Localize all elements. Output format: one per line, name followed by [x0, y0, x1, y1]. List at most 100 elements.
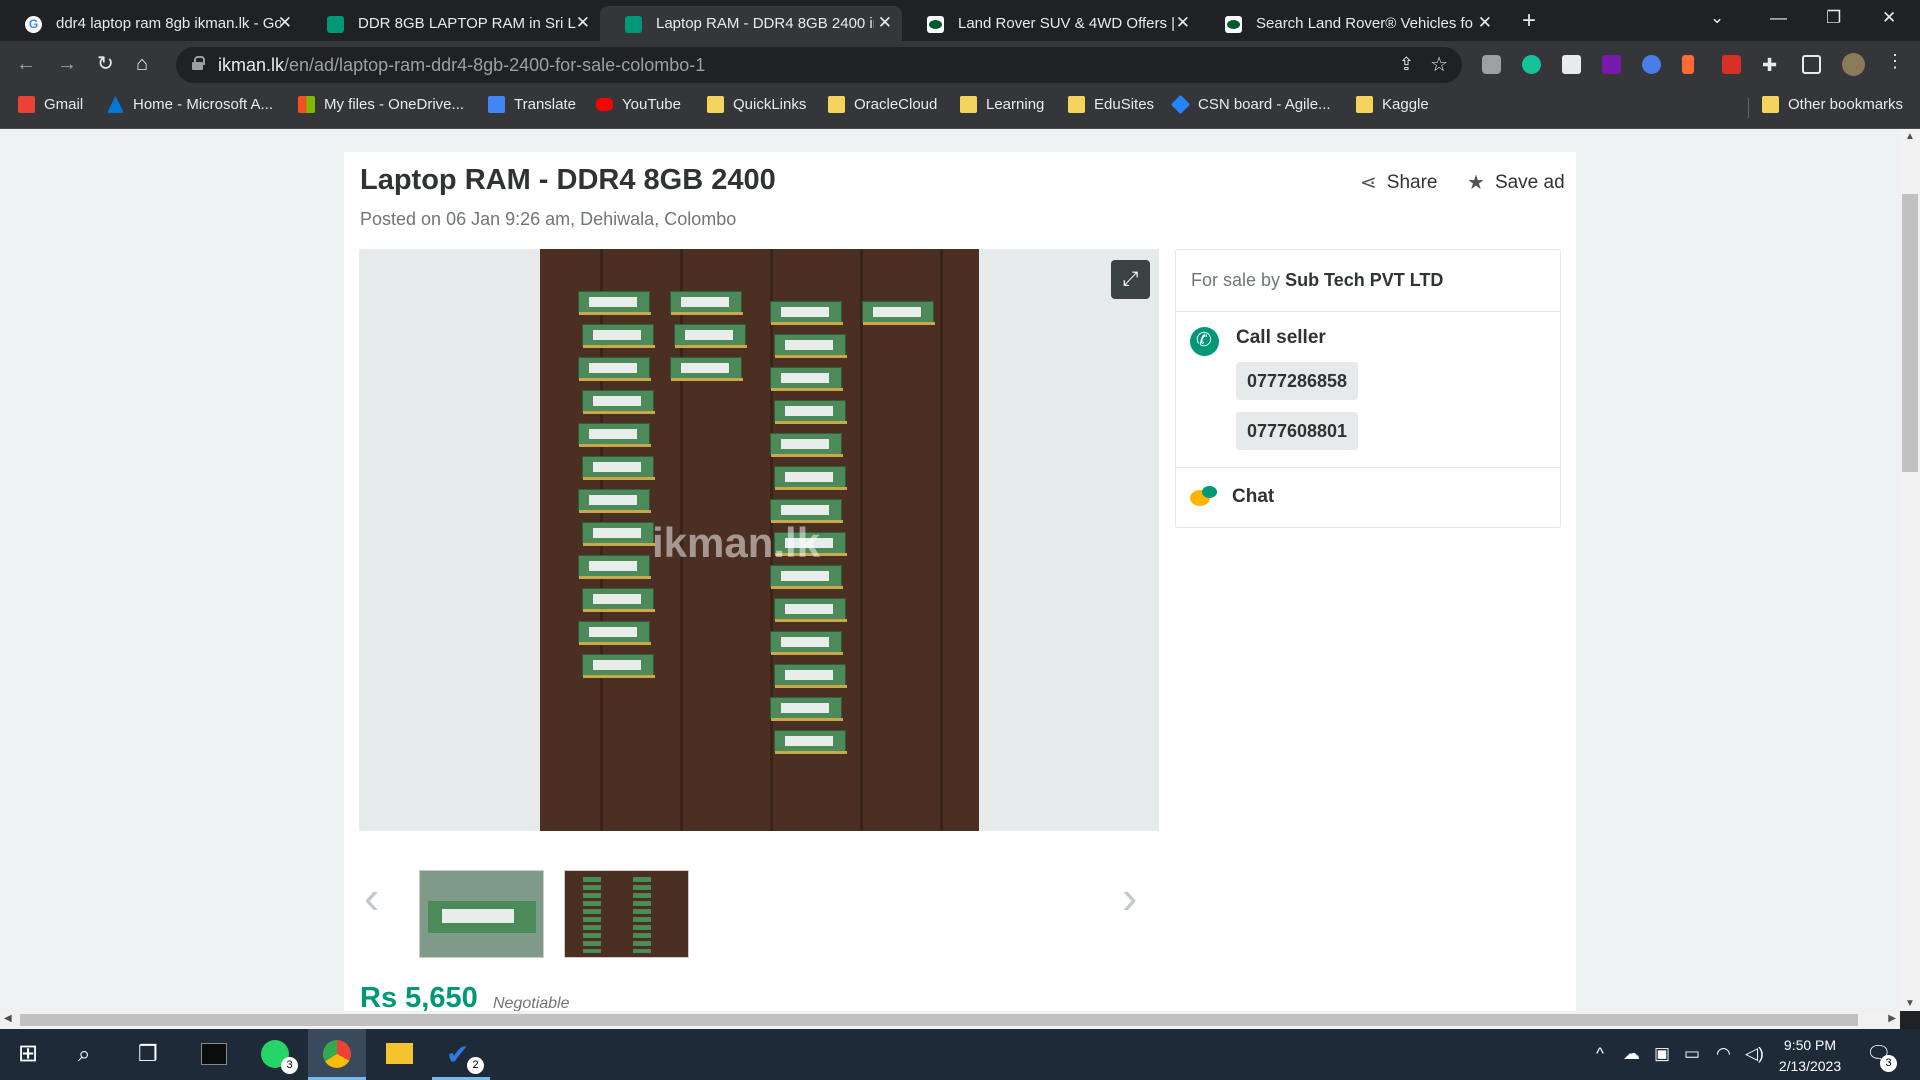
reload-icon[interactable]: ↻ — [97, 52, 114, 76]
system-clock[interactable]: 9:50 PM 2/13/2023 — [1765, 1035, 1855, 1077]
search-extension-icon[interactable] — [1562, 55, 1581, 74]
close-tab-icon[interactable]: ✕ — [1176, 13, 1190, 33]
search-icon[interactable]: ⌕ — [78, 1041, 90, 1067]
bookmark-folder-edusites[interactable]: EduSites — [1068, 96, 1154, 113]
chat-icon — [1190, 486, 1217, 508]
horizontal-scrollbar[interactable]: ◀ ▶ — [0, 1011, 1900, 1029]
volume-icon[interactable]: ◁) — [1745, 1044, 1764, 1064]
windows-start-icon[interactable]: ⊞ — [18, 1039, 38, 1068]
file-explorer-app[interactable] — [370, 1029, 428, 1080]
star-icon: ★ — [1467, 172, 1485, 194]
folder-icon — [1356, 96, 1373, 113]
puzzle-extensions-icon[interactable]: ✚ — [1762, 55, 1781, 75]
display-icon[interactable]: ▣ — [1654, 1044, 1670, 1064]
tab-search-icon[interactable]: ⌄ — [1710, 8, 1724, 28]
new-tab-icon[interactable]: + — [1522, 9, 1536, 33]
horizontal-scroll-thumb[interactable] — [20, 1014, 1858, 1026]
terminal-app[interactable] — [184, 1029, 242, 1080]
extension-icon[interactable] — [1642, 55, 1661, 74]
clock-time: 9:50 PM — [1783, 1037, 1837, 1053]
bookmark-folder-kaggle[interactable]: Kaggle — [1356, 96, 1429, 113]
back-icon[interactable]: ← — [16, 52, 36, 76]
save-ad-button[interactable]: ★ Save ad — [1467, 170, 1565, 195]
task-view-icon[interactable]: ❒ — [138, 1041, 158, 1067]
scroll-left-icon[interactable]: ◀ — [4, 1013, 12, 1024]
pdf-extension-icon[interactable] — [1722, 55, 1741, 74]
lock-icon[interactable] — [192, 56, 205, 70]
gallery-next-arrow[interactable]: › — [1122, 870, 1137, 924]
folder-icon — [1762, 96, 1779, 113]
profile-avatar[interactable] — [1842, 53, 1865, 76]
seller-name[interactable]: Sub Tech PVT LTD — [1285, 270, 1443, 290]
gallery-prev-arrow[interactable]: ‹ — [364, 870, 379, 924]
office-icon[interactable] — [1682, 55, 1694, 74]
show-hidden-icons-icon[interactable]: ^ — [1596, 1044, 1604, 1064]
browser-tab[interactable]: Land Rover SUV & 4WD Offers | Land Rover… — [902, 6, 1200, 41]
browser-tab[interactable]: G ddr4 laptop ram 8gb ikman.lk - Google … — [0, 6, 302, 41]
chrome-app[interactable] — [308, 1029, 366, 1080]
bookmark-other-bookmarks[interactable]: Other bookmarks — [1762, 96, 1903, 113]
notification-center[interactable]: 🗨 3 — [1866, 1041, 1897, 1072]
onedrive-icon[interactable]: ☁ — [1623, 1044, 1640, 1064]
todo-badge: 2 — [467, 1057, 484, 1074]
bookmark-youtube[interactable]: YouTube — [596, 96, 681, 113]
ram-stick-photo-detail — [770, 631, 843, 655]
bookmark-folder-quicklinks[interactable]: QuickLinks — [707, 96, 806, 113]
camera-extension-icon[interactable] — [1482, 55, 1501, 74]
restore-icon[interactable]: ❐ — [1826, 8, 1841, 28]
bookmark-microsoft-azure[interactable]: Home - Microsoft A... — [107, 96, 273, 113]
browser-tab[interactable]: DDR 8GB LAPTOP RAM in Sri Lanka ✕ — [302, 6, 600, 41]
windows-taskbar: ⊞ ⌕ ❒ 3 ✔ 2 ^ ☁ ▣ ▭ ◠ ◁) 9:50 PM 2/13/20… — [0, 1029, 1920, 1080]
folder-icon — [1068, 96, 1085, 113]
ad-main-photo[interactable]: ikman.lk — [540, 249, 979, 831]
battery-icon[interactable]: ▭ — [1684, 1044, 1700, 1064]
close-tab-icon[interactable]: ✕ — [1478, 13, 1492, 33]
azure-icon — [107, 96, 124, 113]
chat-button[interactable]: Chat — [1176, 468, 1560, 527]
share-button[interactable]: ⋖ Share — [1360, 170, 1437, 195]
todo-app[interactable]: ✔ 2 — [432, 1029, 490, 1080]
phone-number-2[interactable]: 0777608801 — [1236, 412, 1358, 450]
close-tab-icon[interactable]: ✕ — [278, 13, 292, 33]
seller-panel: For sale by Sub Tech PVT LTD Call seller… — [1175, 249, 1561, 528]
page-viewport: Laptop RAM - DDR4 8GB 2400 Posted on 06 … — [0, 129, 1900, 1011]
bookmark-gmail[interactable]: Gmail — [18, 96, 83, 113]
side-panel-icon[interactable] — [1802, 55, 1821, 74]
grammarly-icon[interactable] — [1522, 55, 1541, 74]
bookmark-star-icon[interactable]: ☆ — [1430, 52, 1448, 77]
bookmark-folder-oraclecloud[interactable]: OracleCloud — [828, 96, 937, 113]
scroll-down-icon[interactable]: ▼ — [1905, 998, 1915, 1009]
share-page-icon[interactable]: ⇪ — [1399, 54, 1414, 75]
forward-icon[interactable]: → — [57, 52, 77, 76]
minimize-icon[interactable]: — — [1770, 8, 1787, 28]
phone-icon — [1190, 327, 1219, 356]
phone-number-1[interactable]: 0777286858 — [1236, 362, 1358, 400]
bookmarks-bar: Gmail Home - Microsoft A... My files - O… — [0, 88, 1920, 129]
wifi-icon[interactable]: ◠ — [1716, 1044, 1731, 1064]
whatsapp-app[interactable]: 3 — [246, 1029, 304, 1080]
ram-stick-photo-detail — [770, 301, 843, 325]
browser-tab[interactable]: Search Land Rover® Vehicles for Sale ✕ — [1200, 6, 1502, 41]
address-bar[interactable]: ikman.lk/en/ad/laptop-ram-ddr4-8gb-2400-… — [176, 47, 1462, 83]
vertical-scroll-thumb[interactable] — [1902, 194, 1918, 472]
scroll-up-icon[interactable]: ▲ — [1905, 131, 1915, 142]
browser-tab-active[interactable]: Laptop RAM - DDR4 8GB 2400 in Dehiwala ✕ — [600, 6, 902, 41]
menu-kebab-icon[interactable]: ⋮ — [1886, 51, 1905, 71]
fullscreen-expand-icon[interactable]: ⤢ — [1111, 260, 1150, 299]
bookmark-onedrive[interactable]: My files - OneDrive... — [298, 96, 464, 113]
bookmark-csn-board[interactable]: CSN board - Agile... — [1170, 94, 1331, 115]
scroll-right-icon[interactable]: ▶ — [1888, 1013, 1896, 1024]
close-window-icon[interactable]: ✕ — [1882, 8, 1896, 28]
thumbnail-image-1[interactable] — [419, 870, 544, 958]
close-tab-icon[interactable]: ✕ — [576, 13, 590, 33]
image-gallery[interactable]: ikman.lk ⤢ — [359, 249, 1159, 831]
bookmark-translate[interactable]: Translate — [488, 96, 576, 113]
ram-stick-photo-detail — [770, 499, 843, 523]
onenote-icon[interactable] — [1602, 55, 1621, 74]
home-icon[interactable]: ⌂ — [136, 52, 148, 76]
bookmark-folder-learning[interactable]: Learning — [960, 96, 1044, 113]
ad-posted-info: Posted on 06 Jan 9:26 am, Dehiwala, Colo… — [360, 209, 737, 229]
vertical-scrollbar[interactable]: ▲ ▼ — [1900, 129, 1920, 1011]
close-tab-icon[interactable]: ✕ — [878, 13, 892, 33]
thumbnail-image-2[interactable] — [564, 870, 689, 958]
